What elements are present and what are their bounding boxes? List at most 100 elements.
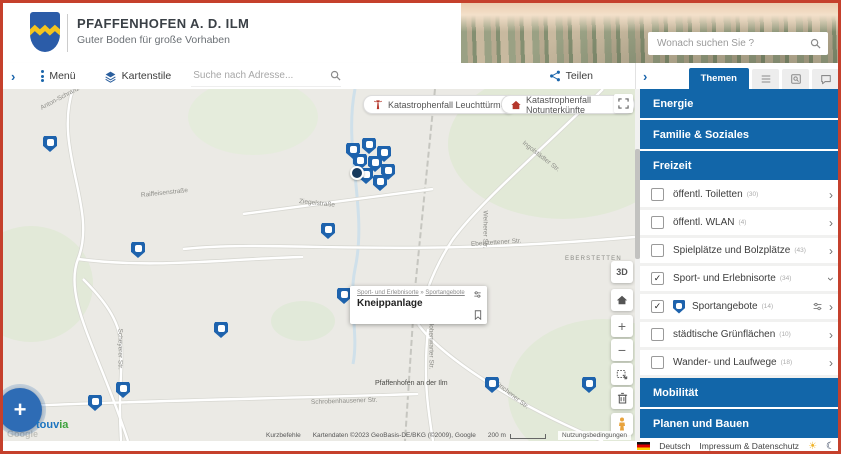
layer-row-toiletten[interactable]: öffentl. Toiletten (30) ›	[640, 182, 841, 210]
tab-themen[interactable]: Themen	[689, 68, 749, 89]
checkbox[interactable]	[651, 328, 664, 341]
map-marker[interactable]	[88, 395, 102, 411]
map-marker[interactable]	[116, 382, 130, 398]
tab-feedback[interactable]	[812, 69, 839, 89]
chevron-right-icon[interactable]: ›	[829, 301, 833, 313]
map-marker[interactable]	[43, 136, 57, 152]
layer-row-sport-erlebnisorte[interactable]: ✓ Sport- und Erlebnisorte (34) ›	[640, 266, 841, 294]
map-marker-icon	[673, 300, 685, 314]
shelter-icon	[511, 100, 521, 110]
bookmark-icon[interactable]	[474, 310, 482, 320]
sidebar-tabs: Themen	[689, 68, 841, 89]
category-mobilitaet[interactable]: Mobilität	[640, 378, 841, 407]
layer-label: Wander- und Laufwege	[673, 357, 777, 368]
checkbox-checked[interactable]: ✓	[651, 300, 664, 313]
german-flag-icon	[637, 442, 650, 450]
app-window: PFAFFENHOFEN A. D. ILM Guter Boden für g…	[0, 0, 841, 454]
map-marker[interactable]	[485, 377, 499, 393]
chevron-right-icon[interactable]: ›	[829, 189, 833, 201]
map-marker[interactable]	[337, 288, 351, 304]
filter-icon[interactable]	[473, 290, 482, 299]
category-freizeit[interactable]: Freizeit	[640, 151, 841, 180]
chevron-down-icon[interactable]: ›	[825, 277, 837, 281]
checkbox[interactable]	[651, 356, 664, 369]
search-icon[interactable]	[810, 38, 821, 49]
layer-count: (14)	[762, 303, 774, 310]
copyright-text: Kartendaten ©2023 GeoBasis-DE/BKG (©2009…	[313, 432, 476, 439]
map-canvas[interactable]: Anton-Schranz-Str.Ingolstädter Str.Raiff…	[3, 89, 635, 441]
layer-count: (30)	[747, 191, 759, 198]
layer-row-spielplaetze[interactable]: Spielplätze und Bolzplätze (43) ›	[640, 238, 841, 266]
layer-row-sportangebote[interactable]: ✓ Sportangebote (14) ›	[640, 294, 841, 322]
chevron-right-icon[interactable]: ›	[829, 217, 833, 229]
layer-label: Sport- und Erlebnisorte	[673, 273, 776, 284]
category-familie-soziales[interactable]: Familie & Soziales	[640, 120, 841, 149]
category-planen-bauen[interactable]: Planen und Bauen	[640, 409, 841, 438]
filter-icon[interactable]	[812, 301, 823, 312]
layer-count: (10)	[779, 331, 791, 338]
chevron-right-icon[interactable]: ›	[829, 245, 833, 257]
site-search[interactable]	[648, 32, 828, 55]
light-mode-icon[interactable]: ☀	[808, 441, 817, 452]
scale-control: 200 m	[488, 432, 546, 439]
address-search-input[interactable]	[191, 69, 326, 82]
popup-title: Kneippanlage	[357, 298, 480, 309]
city-crest-logo	[30, 12, 60, 52]
collapse-left-icon[interactable]: ›	[11, 69, 15, 84]
breadcrumb: Sport- und Erlebnisorte » Sportangebote	[357, 290, 480, 296]
terms-link[interactable]: Nutzungsbedingungen	[558, 431, 631, 440]
site-search-input[interactable]	[655, 37, 805, 50]
map-marker[interactable]	[362, 138, 376, 154]
chevron-right-icon[interactable]: ›	[829, 329, 833, 341]
layer-row-gruenflaechen[interactable]: städtische Grünflächen (10) ›	[640, 322, 841, 350]
checkbox-checked[interactable]: ✓	[651, 272, 664, 285]
page-title: PFAFFENHOFEN A. D. ILM	[77, 16, 249, 31]
cluster-dot[interactable]	[350, 166, 364, 180]
legal-link[interactable]: Impressum & Datenschutz	[699, 441, 799, 451]
comment-icon	[820, 73, 832, 85]
dark-mode-icon[interactable]: ☾	[826, 441, 835, 452]
search-icon[interactable]	[330, 70, 341, 81]
sidebar: Energie Familie & Soziales Freizeit öffe…	[635, 89, 841, 441]
map-marker[interactable]	[582, 377, 596, 393]
layer-count: (4)	[739, 219, 747, 226]
address-search[interactable]	[191, 66, 341, 87]
shortcuts-link[interactable]: Kurzbefehle	[266, 432, 301, 439]
header: PFAFFENHOFEN A. D. ILM Guter Boden für g…	[3, 3, 461, 63]
tab-legend[interactable]	[752, 69, 779, 89]
map-marker[interactable]	[214, 322, 228, 338]
fullscreen-button[interactable]	[614, 94, 633, 113]
map-marker[interactable]	[131, 242, 145, 258]
chevron-right-icon[interactable]: ›	[829, 357, 833, 369]
delete-button[interactable]	[611, 387, 633, 409]
checkbox[interactable]	[651, 216, 664, 229]
language-button[interactable]: Deutsch	[659, 441, 690, 451]
zoom-out-button[interactable]: −	[611, 339, 633, 361]
breadcrumb-link-subcategory[interactable]: Sportangebote	[425, 290, 464, 296]
layer-label: Spielplätze und Bolzplätze	[673, 245, 790, 256]
share-button[interactable]: Teilen	[549, 70, 593, 82]
checkbox[interactable]	[651, 244, 664, 257]
layer-count: (43)	[794, 247, 806, 254]
select-area-button[interactable]	[611, 363, 633, 385]
map-styles-button[interactable]: Kartenstile	[104, 70, 172, 83]
map-attribution: Kurzbefehle Kartendaten ©2023 GeoBasis-D…	[3, 430, 635, 441]
tab-object-search[interactable]	[782, 69, 809, 89]
layer-row-wander-laufwege[interactable]: Wander- und Laufwege (18) ›	[640, 350, 841, 378]
breadcrumb-link-category[interactable]: Sport- und Erlebnisorte	[357, 290, 419, 296]
category-energie[interactable]: Energie	[640, 89, 841, 118]
layer-row-wlan[interactable]: öffentl. WLAN (4) ›	[640, 210, 841, 238]
checkbox[interactable]	[651, 188, 664, 201]
map-marker[interactable]	[373, 175, 387, 191]
map-marker[interactable]	[321, 223, 335, 239]
menu-button[interactable]: Menü	[41, 70, 75, 82]
toggle-3d-button[interactable]: 3D	[611, 261, 633, 283]
zoom-in-button[interactable]: +	[611, 315, 633, 337]
menu-icon	[41, 70, 44, 82]
collapse-sidebar-icon[interactable]: ›	[643, 69, 647, 84]
pill-katastrophenfall-leuchttuerme[interactable]: Katastrophenfall Leuchttürme	[363, 95, 516, 114]
document-search-icon	[790, 73, 802, 85]
home-button[interactable]	[611, 289, 633, 311]
page-subtitle: Guter Boden für große Vorhaben	[77, 34, 230, 46]
map-popup[interactable]: Sport- und Erlebnisorte » Sportangebote …	[350, 286, 487, 324]
